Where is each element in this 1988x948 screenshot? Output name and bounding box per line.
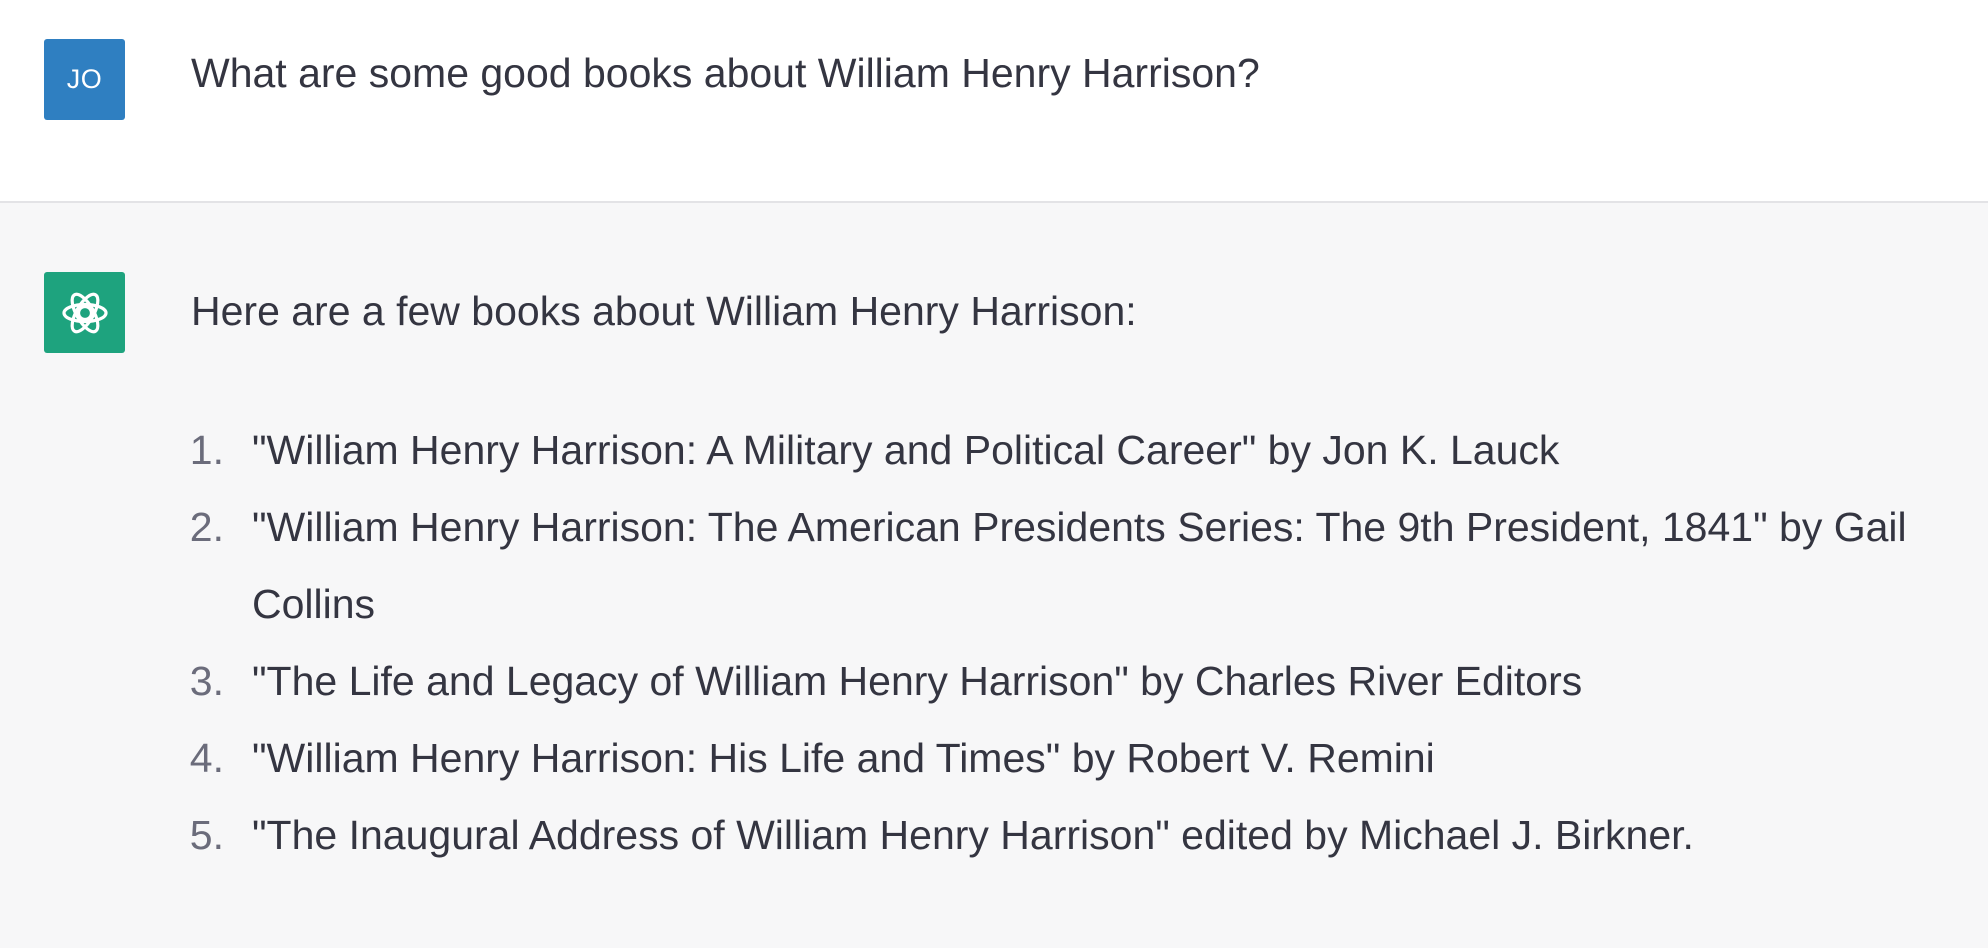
- list-item-number: 3.: [189, 658, 224, 704]
- list-item-text: "William Henry Harrison: His Life and Ti…: [252, 735, 1435, 781]
- user-message-text: What are some good books about William H…: [191, 50, 1260, 96]
- user-message: JO What are some good books about Willia…: [0, 0, 1988, 203]
- list-item-text: "The Life and Legacy of William Henry Ha…: [252, 658, 1583, 704]
- user-avatar: JO: [44, 39, 125, 120]
- list-item-text: "William Henry Harrison: A Military and …: [252, 427, 1560, 473]
- list-item-text: "The Inaugural Address of William Henry …: [252, 812, 1694, 858]
- list-item: 1. "William Henry Harrison: A Military a…: [0, 412, 1988, 489]
- list-item: 4. "William Henry Harrison: His Life and…: [0, 720, 1988, 797]
- user-avatar-initials: JO: [66, 64, 103, 94]
- openai-logo-icon: [61, 292, 108, 333]
- list-item-number: 1.: [189, 427, 224, 473]
- list-item-number: 5.: [189, 812, 224, 858]
- list-item: 2. "William Henry Harrison: The American…: [0, 489, 1988, 643]
- list-item-text: "William Henry Harrison: The American Pr…: [252, 504, 1907, 627]
- assistant-intro-text: Here are a few books about William Henry…: [191, 288, 1137, 334]
- list-item: 3. "The Life and Legacy of William Henry…: [0, 643, 1988, 720]
- list-item: 5. "The Inaugural Address of William Hen…: [0, 797, 1988, 874]
- assistant-avatar: [44, 272, 125, 353]
- list-item-number: 4.: [189, 735, 224, 781]
- conversation-thread: JO What are some good books about Willia…: [0, 0, 1988, 948]
- book-list: 1. "William Henry Harrison: A Military a…: [0, 412, 1988, 874]
- list-item-number: 2.: [189, 504, 224, 550]
